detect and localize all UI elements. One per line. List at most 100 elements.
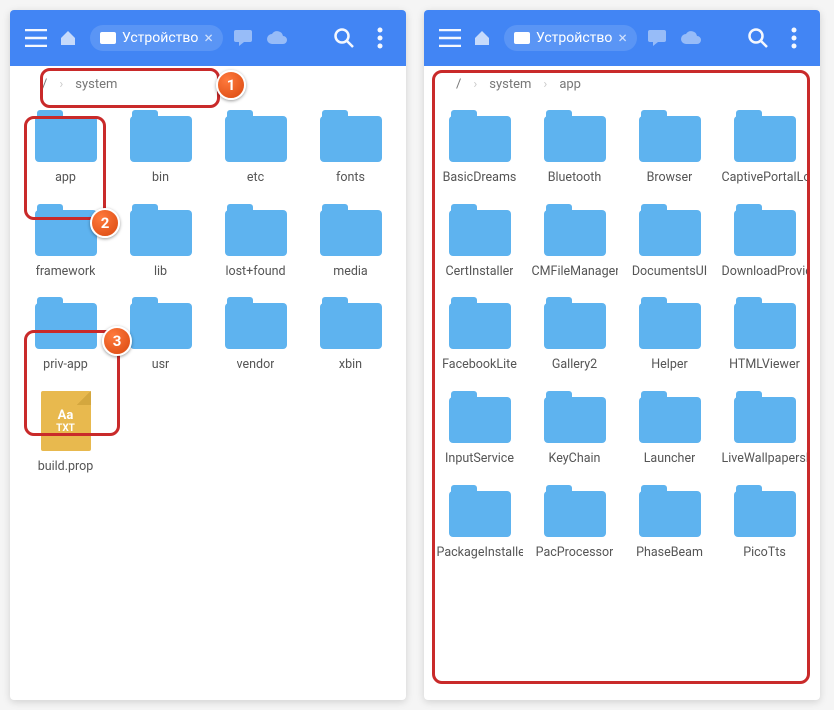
chat-icon[interactable] <box>229 24 257 52</box>
folder-item[interactable]: DocumentsUI <box>626 204 713 280</box>
item-label: lib <box>154 264 167 280</box>
folder-icon <box>33 297 99 349</box>
folder-icon <box>637 391 703 443</box>
location-tab[interactable]: Устройство × <box>504 25 637 51</box>
folder-item[interactable]: framework <box>22 204 109 280</box>
search-icon[interactable] <box>330 24 358 52</box>
folder-icon <box>33 110 99 162</box>
item-label: Helper <box>651 357 687 373</box>
item-label: etc <box>247 170 264 186</box>
item-label: InputService <box>445 451 514 467</box>
folder-item[interactable]: Browser <box>626 110 713 186</box>
folder-icon <box>732 204 798 256</box>
folder-item[interactable]: Gallery2 <box>531 297 618 373</box>
folder-item[interactable]: priv-app <box>22 297 109 373</box>
close-tab-icon[interactable]: × <box>618 30 627 46</box>
menu-icon[interactable] <box>436 24 464 52</box>
folder-item[interactable]: Launcher <box>626 391 713 467</box>
cloud-icon[interactable] <box>677 24 705 52</box>
folder-item[interactable]: PacProcessor <box>531 485 618 561</box>
folder-item[interactable]: Bluetooth <box>531 110 618 186</box>
folder-item[interactable]: CaptivePortalLogin <box>721 110 808 186</box>
folder-icon <box>542 391 608 443</box>
folder-item[interactable]: lost+found <box>212 204 299 280</box>
folder-icon <box>447 391 513 443</box>
folder-item[interactable]: bin <box>117 110 204 186</box>
folder-icon <box>447 297 513 349</box>
search-icon[interactable] <box>744 24 772 52</box>
breadcrumb: / › system › app <box>424 66 820 102</box>
close-tab-icon[interactable]: × <box>204 30 213 46</box>
screenshot-left: Устройство × / › system appbinetcfontsfr… <box>10 10 406 700</box>
folder-icon <box>637 297 703 349</box>
folder-icon <box>447 204 513 256</box>
breadcrumb-item[interactable]: / <box>444 77 473 92</box>
more-icon[interactable] <box>780 24 808 52</box>
breadcrumb-item[interactable]: system <box>63 77 129 92</box>
menu-icon[interactable] <box>22 24 50 52</box>
item-label: FacebookLite <box>442 357 517 373</box>
item-label: PackageInstaller <box>437 545 523 561</box>
folder-item[interactable]: usr <box>117 297 204 373</box>
folder-item[interactable]: app <box>22 110 109 186</box>
folder-icon <box>732 110 798 162</box>
folder-item[interactable]: etc <box>212 110 299 186</box>
folder-icon <box>732 391 798 443</box>
file-grid: app bin etc fonts framework lib lost+found medi… <box>10 102 406 487</box>
folder-item[interactable]: CMFileManager <box>531 204 618 280</box>
cloud-icon[interactable] <box>263 24 291 52</box>
folder-item[interactable]: lib <box>117 204 204 280</box>
item-label: CMFileManager <box>532 264 618 280</box>
folder-item[interactable]: InputService <box>436 391 523 467</box>
folder-item[interactable]: CertInstaller <box>436 204 523 280</box>
home-icon[interactable] <box>468 24 496 52</box>
item-label: CertInstaller <box>446 264 514 280</box>
tab-label: Устройство <box>536 30 612 46</box>
folder-item[interactable]: DownloadProviderUi <box>721 204 808 280</box>
folder-item[interactable]: HTMLViewer <box>721 297 808 373</box>
folder-item[interactable]: PhaseBeam <box>626 485 713 561</box>
file-grid: BasicDreams Bluetooth BrowserCaptivePortal… <box>424 102 820 572</box>
item-label: app <box>55 170 76 186</box>
folder-icon <box>318 297 384 349</box>
item-label: media <box>333 264 367 280</box>
item-label: Launcher <box>644 451 696 467</box>
chat-icon[interactable] <box>643 24 671 52</box>
item-label: Gallery2 <box>552 357 597 373</box>
appbar: Устройство × <box>424 10 820 66</box>
folder-icon <box>637 485 703 537</box>
folder-icon <box>637 204 703 256</box>
item-label: PicoTts <box>743 545 786 561</box>
folder-icon <box>447 485 513 537</box>
home-icon[interactable] <box>54 24 82 52</box>
appbar: Устройство × <box>10 10 406 66</box>
location-tab[interactable]: Устройство × <box>90 25 223 51</box>
folder-icon <box>447 110 513 162</box>
folder-item[interactable]: KeyChain <box>531 391 618 467</box>
breadcrumb-item[interactable]: system <box>477 77 543 92</box>
item-label: lost+found <box>225 264 285 280</box>
folder-icon <box>223 297 289 349</box>
folder-item[interactable]: Helper <box>626 297 713 373</box>
breadcrumb-item[interactable]: / <box>30 77 59 92</box>
folder-item[interactable]: xbin <box>307 297 394 373</box>
folder-item[interactable]: media <box>307 204 394 280</box>
folder-item[interactable]: fonts <box>307 110 394 186</box>
breadcrumb-item[interactable]: app <box>547 77 593 92</box>
item-label: usr <box>152 357 170 373</box>
sdcard-icon <box>514 32 530 44</box>
folder-item[interactable]: PicoTts <box>721 485 808 561</box>
more-icon[interactable] <box>366 24 394 52</box>
item-label: PacProcessor <box>536 545 614 561</box>
folder-item[interactable]: LiveWallpapersPicker <box>721 391 808 467</box>
folder-icon <box>542 485 608 537</box>
item-label: KeyChain <box>549 451 601 467</box>
folder-item[interactable]: vendor <box>212 297 299 373</box>
item-label: Bluetooth <box>548 170 602 186</box>
folder-item[interactable]: FacebookLite <box>436 297 523 373</box>
folder-item[interactable]: PackageInstaller <box>436 485 523 561</box>
file-item[interactable]: AaTXTbuild.prop <box>22 391 109 475</box>
item-label: vendor <box>237 357 275 373</box>
item-label: DocumentsUI <box>632 264 707 280</box>
folder-item[interactable]: BasicDreams <box>436 110 523 186</box>
